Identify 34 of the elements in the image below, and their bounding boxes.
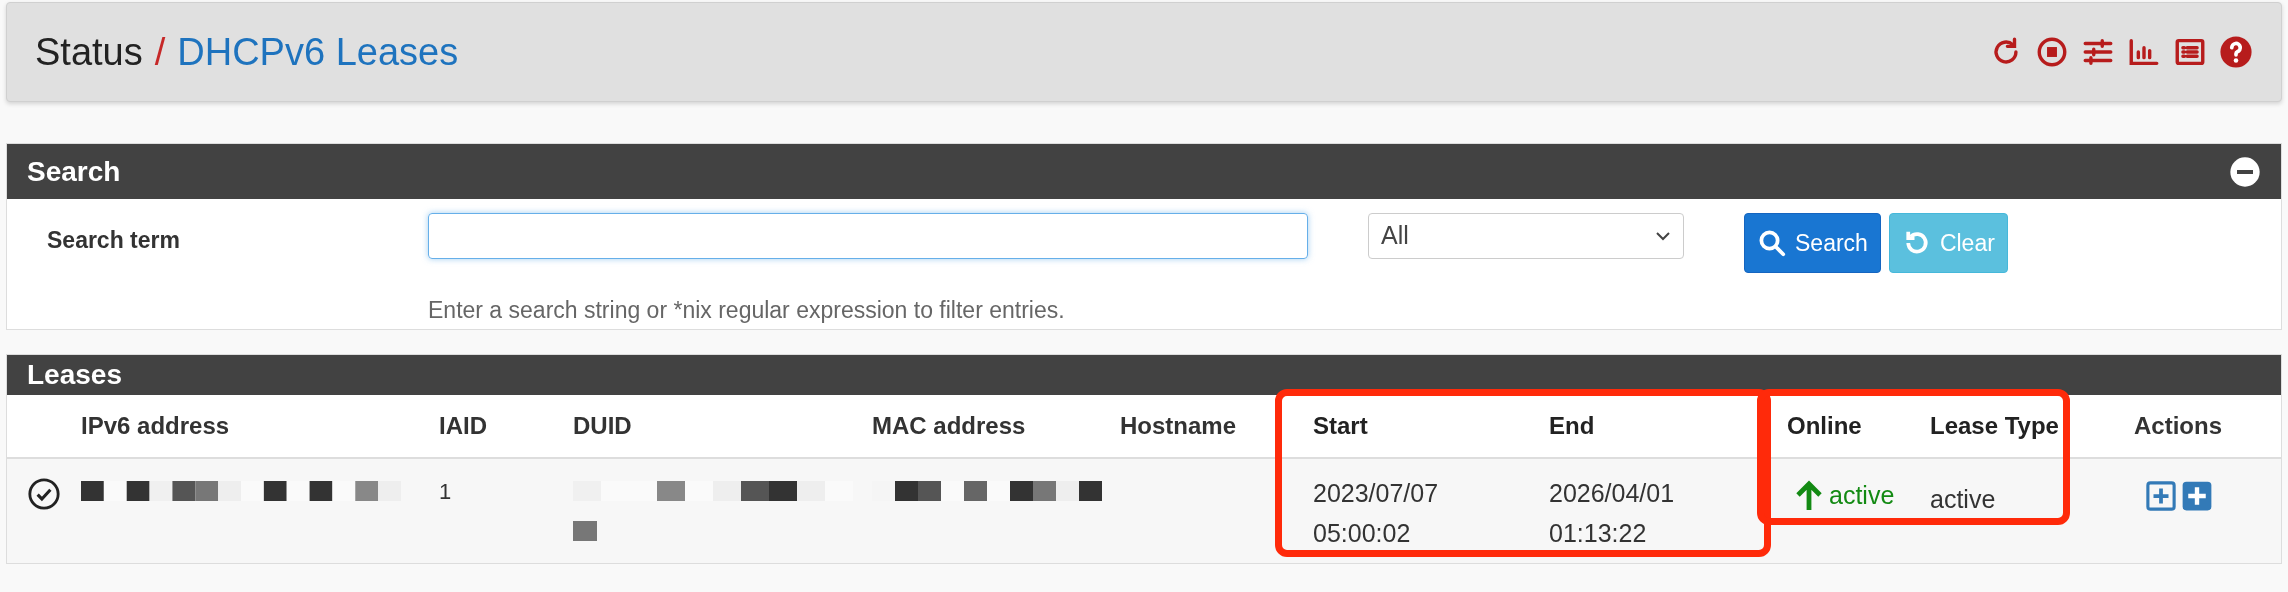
help-text: Enter a search string or *nix regular expression to filter entries. — [428, 296, 1066, 325]
online-status: active — [1795, 477, 1930, 515]
breadcrumb-link[interactable]: DHCPv6 Leases — [177, 23, 459, 81]
column-header: End — [1549, 411, 1595, 441]
table-cell: active — [1930, 485, 1996, 513]
column-header: Online — [1787, 411, 1862, 441]
search-button[interactable]: Search — [1744, 213, 1881, 273]
column-header: IAID — [439, 411, 487, 441]
column-header: Hostname — [1120, 411, 1237, 441]
panel-title: Leases — [27, 358, 122, 392]
table-cell: 1 — [439, 479, 452, 504]
check-circle-icon — [27, 477, 61, 511]
column-header: IPv6 address — [81, 411, 230, 441]
panel-title: Search — [27, 154, 121, 189]
collapse-icon[interactable] — [2229, 155, 2261, 188]
stop-icon[interactable] — [2035, 35, 2069, 69]
field-label: Search term — [47, 226, 181, 255]
search-icon — [1757, 228, 1787, 258]
column-header: MAC address — [872, 411, 1026, 441]
column-header: DUID — [573, 411, 632, 441]
arrow-up-icon — [1795, 479, 1823, 512]
column-header: Start — [1313, 411, 1368, 441]
breadcrumb-text: Status — [35, 29, 143, 75]
column-header: Actions — [2134, 411, 2222, 441]
search-field[interactable] — [428, 213, 1308, 259]
help-icon[interactable] — [2219, 35, 2253, 69]
column-header: Lease Type — [1930, 411, 2059, 441]
table-cell: 2026/04/01 01:13:22 — [1549, 479, 1675, 547]
table-cell: 2023/07/07 05:00:02 — [1313, 479, 1439, 547]
chevron-down-icon — [1655, 231, 1671, 241]
breadcrumb-separator: / — [154, 29, 166, 75]
filter-select[interactable]: All — [1368, 213, 1684, 259]
plus-square-icon[interactable] — [2146, 481, 2176, 511]
redacted-text-drawing — [573, 519, 597, 543]
